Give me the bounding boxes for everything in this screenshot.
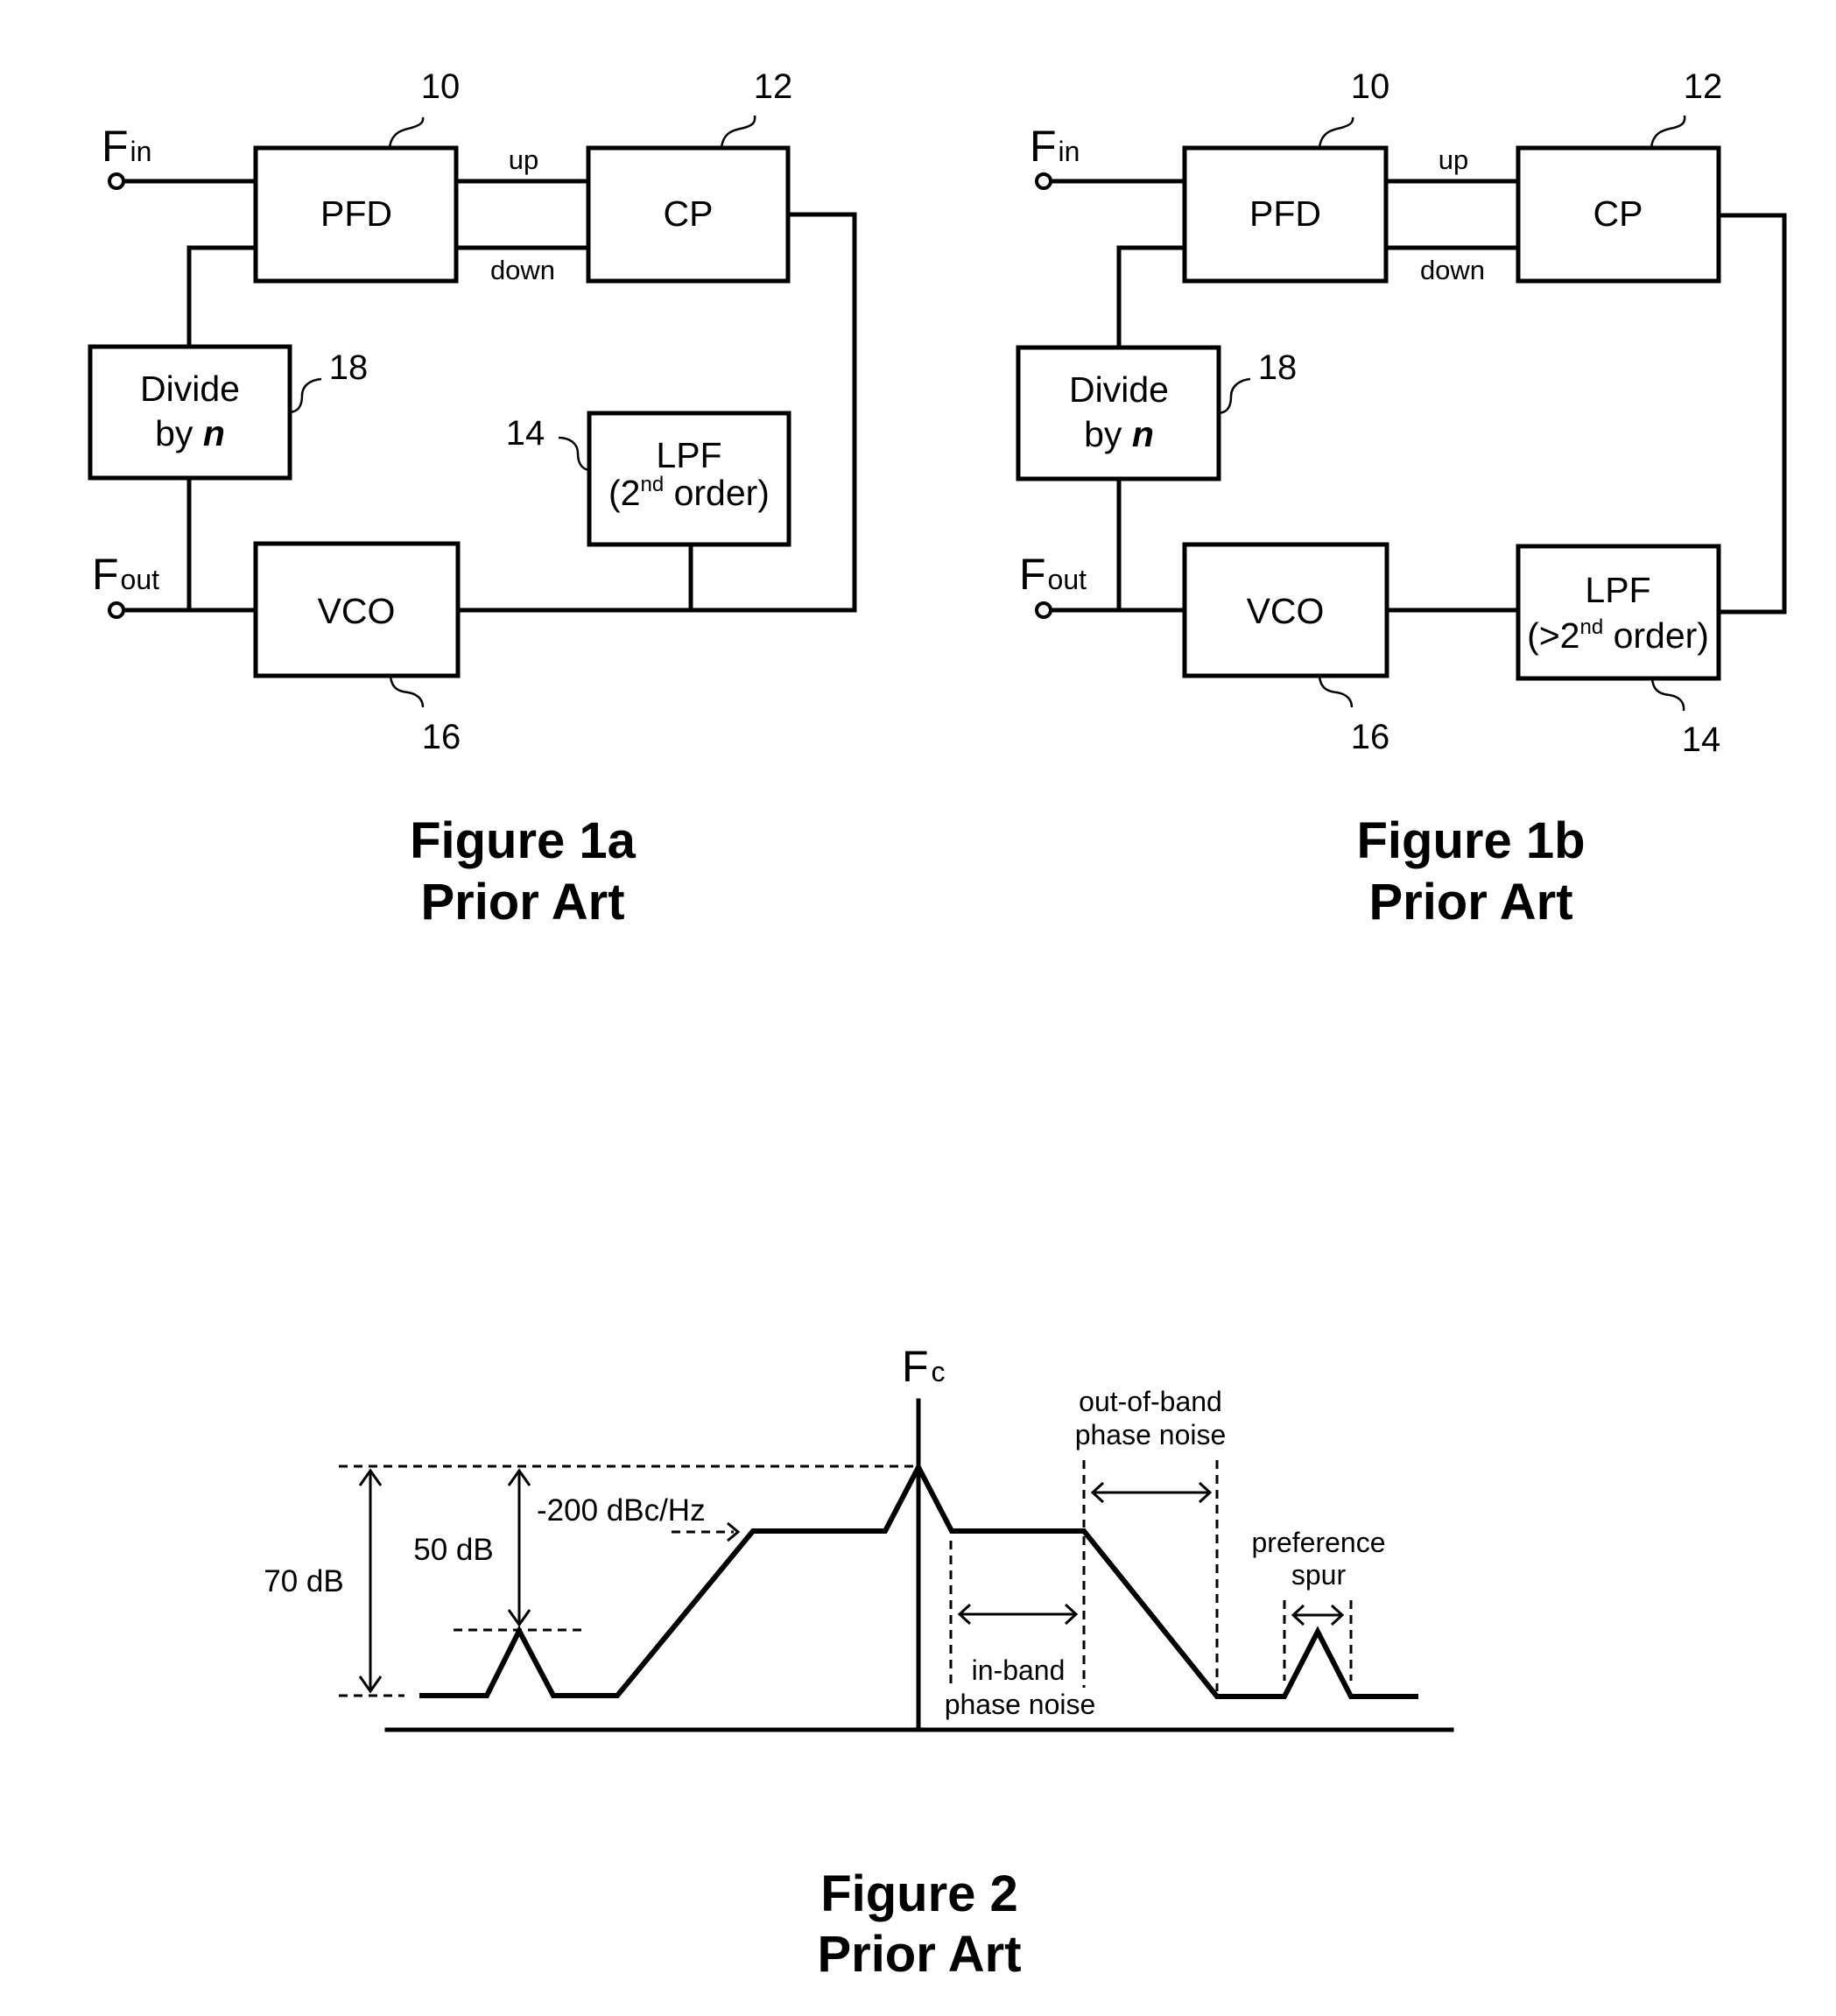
lpf-label-line2: (2nd order) [608,473,770,513]
divider-label-line2: by n [155,413,225,453]
pfd-ref-number: 10 [1351,67,1390,106]
vco-block: VCO [253,541,461,678]
vco-block: VCO [1182,542,1389,678]
carrier-label: Fc [902,1342,946,1391]
fout-label: Fout [1019,550,1087,599]
lpf-label-line2: (>2nd order) [1527,615,1709,656]
figure-2-phase-noise-spectrum: Fc 70 dB 50 dB -200 dBc/Hz in-band phase… [264,1342,1454,1983]
charge-pump-block: CP [1516,145,1721,284]
vco-ref-leader [1318,675,1354,708]
vco-ref-number: 16 [422,718,461,756]
in-band-span-arrow [957,1603,1079,1626]
fin-label: Fin [102,122,151,171]
up-signal-label: up [1439,144,1468,175]
lpf-ref-leader [1650,678,1685,712]
pfd-ref-leader [1318,116,1354,149]
range-70db-label: 70 dB [264,1564,343,1598]
pfd-label: PFD [320,193,392,234]
cp-output-bus [1716,213,1787,615]
figure-1b-pll-block-diagram: Fin Fout up down PFD 10 CP 12 Divide by … [1016,67,1787,931]
feedback-wire-to-pfd [1116,245,1187,350]
cp-label: CP [1593,193,1643,234]
divider-label-line1: Divide [140,369,240,409]
pfd-block: PFD [1182,145,1389,284]
vco-label: VCO [1247,591,1325,631]
pfd-ref-leader [388,116,425,149]
divider-ref-leader [289,377,322,414]
fout-terminal [1035,601,1052,619]
divider-label-line2: by n [1084,414,1154,454]
lpf-ref-leader [558,436,590,472]
vco-ref-leader [389,675,425,708]
figure-1a-caption-subtitle: Prior Art [420,874,624,931]
vco-label: VCO [318,591,396,631]
pfd-ref-number: 10 [421,67,461,106]
divider-ref-leader [1218,377,1251,415]
down-signal-label: down [1420,255,1485,285]
divide-by-n-block: Divide by n [88,344,292,481]
fout-label: Fout [92,550,159,599]
spur-50db-arrow [507,1468,531,1627]
feedback-wire-to-pfd [186,245,258,349]
lpf-ref-number: 14 [506,414,545,453]
fin-terminal [1035,172,1052,190]
up-signal-label: up [509,144,538,175]
divider-ref-number: 18 [1258,348,1298,387]
cp-ref-leader [720,115,756,149]
loop-filter-block: LPF (>2nd order) [1516,544,1721,681]
fin-label: Fin [1030,122,1080,171]
loop-filter-block: LPF (2nd order) [587,411,791,547]
charge-pump-block: CP [586,145,791,284]
figure-1b-caption-title: Figure 1b [1356,812,1585,869]
figure-1b-caption-subtitle: Prior Art [1368,874,1572,931]
figure-2-caption-subtitle: Prior Art [817,1926,1021,1983]
figure-1a-caption-title: Figure 1a [410,812,637,869]
fin-terminal [108,172,125,190]
down-signal-label: down [490,255,555,285]
patent-drawing-sheet: Fin Fout up down PFD 10 CP 12 Divide by … [88,67,1787,1983]
cp-label: CP [664,193,714,234]
spur-50db-label: 50 dB [413,1533,493,1567]
figure-2-caption-title: Figure 2 [820,1865,1018,1922]
pfd-label: PFD [1249,193,1321,234]
divider-ref-number: 18 [329,348,369,387]
cp-ref-leader [1650,115,1686,149]
noise-level-label: -200 dBc/Hz [537,1493,706,1528]
vco-ref-number: 16 [1351,718,1390,756]
out-of-band-span-arrow [1090,1481,1213,1504]
divide-by-n-block: Divide by n [1016,345,1221,481]
reference-spur-label-line1: preference [1252,1527,1386,1558]
fout-terminal [108,601,125,619]
figure-1a-pll-block-diagram: Fin Fout up down PFD 10 CP 12 Divide by … [88,67,857,931]
pfd-block: PFD [253,145,459,284]
out-of-band-label-line1: out-of-band [1079,1386,1222,1417]
range-70db-arrow [358,1468,383,1694]
lpf-label-line1: LPF [1585,570,1650,610]
in-band-label-line2: phase noise [945,1689,1096,1720]
out-of-band-label-line2: phase noise [1075,1419,1227,1451]
in-band-label-line1: in-band [972,1654,1066,1686]
cp-ref-number: 12 [754,67,793,106]
cp-ref-number: 12 [1684,67,1723,106]
lpf-label-line1: LPF [656,435,721,475]
spur-span-arrow [1291,1604,1345,1626]
reference-spur-label-line2: spur [1291,1559,1347,1591]
divider-label-line1: Divide [1069,369,1169,410]
lpf-ref-number: 14 [1682,720,1721,759]
